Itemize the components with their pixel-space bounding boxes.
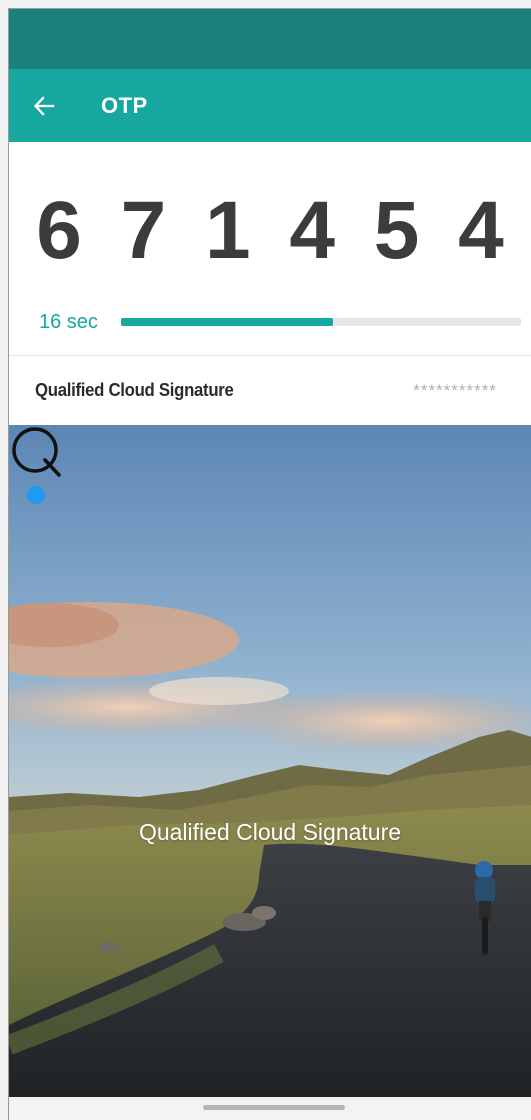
account-row[interactable]: Qualified Cloud Signature *********** — [9, 356, 531, 425]
system-nav-bar — [9, 1097, 531, 1120]
q-logo-icon — [12, 427, 61, 504]
logo-dot — [27, 486, 45, 504]
otp-code: 6 7 1 4 5 4 — [36, 185, 512, 276]
otp-timer: 16 sec — [9, 307, 531, 341]
account-masked-value: *********** — [413, 381, 497, 400]
back-button[interactable] — [9, 69, 79, 142]
page-title: OTP — [101, 92, 148, 118]
landscape-illustration — [9, 425, 531, 1097]
status-bar — [9, 9, 531, 69]
app-bar: OTP — [9, 69, 531, 142]
timer-label: 16 sec — [39, 311, 98, 333]
timer-progress-fill — [121, 318, 333, 326]
timer-progress-track — [121, 318, 521, 326]
account-name: Qualified Cloud Signature — [35, 380, 234, 400]
brand-name: Qualified Cloud Signature — [138, 819, 402, 845]
hero-image: Qualified Cloud Signature — [9, 425, 531, 1097]
phone-screen: OTP 6 7 1 4 5 4 16 sec Qualified Cloud S… — [8, 8, 531, 1120]
home-gesture-handle[interactable] — [203, 1105, 345, 1110]
arrow-left-icon — [33, 95, 55, 116]
